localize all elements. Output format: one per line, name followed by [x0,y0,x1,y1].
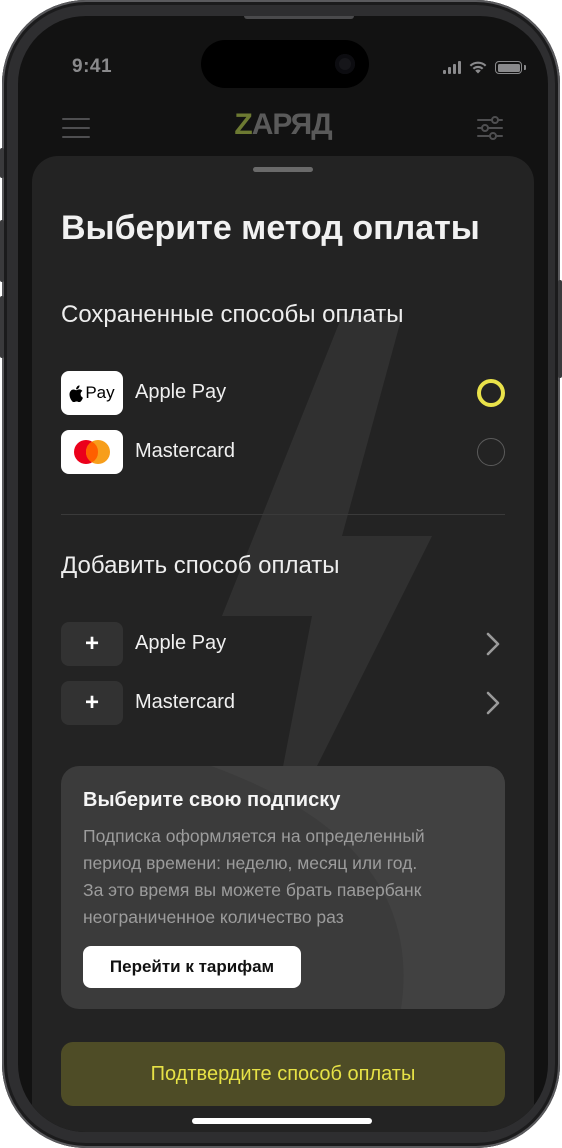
section-divider [61,514,505,515]
volume-up-button [0,220,4,282]
plus-icon: + [84,689,99,716]
status-time: 9:41 [72,56,113,77]
dynamic-island [201,40,369,88]
apple-pay-badge-text: Pay [85,383,115,402]
apple-pay-logo: Pay [61,371,123,415]
saved-method-mastercard[interactable]: Mastercard [61,430,505,474]
chevron-right-icon [486,632,500,656]
add-method-mastercard[interactable]: + Mastercard [61,681,505,725]
promo-title: Выберите свою подписку [83,789,341,811]
mastercard-circles-icon [74,440,110,464]
volume-down-button [0,296,4,358]
sheet-grabber[interactable] [253,167,313,172]
payment-bottom-sheet: Выберите метод оплаты Сохраненные способ… [32,156,534,1132]
radio-unselected[interactable] [477,438,505,466]
saved-methods-heading: Сохраненные способы оплаты [61,301,404,328]
saved-method-label: Mastercard [135,440,236,462]
battery-icon [495,61,526,74]
add-method-heading: Добавить способ оплаты [61,552,340,579]
plus-icon: + [84,630,99,657]
plus-tile: + [61,622,123,666]
logo-text: АРЯД [251,108,333,141]
plus-tile: + [61,681,123,725]
add-method-label: Apple Pay [135,632,227,654]
add-method-apple-pay[interactable]: + Apple Pay [61,622,505,666]
sheet-title: Выберите метод оплаты [61,209,480,247]
phone-frame: 9:41 ZАРЯД Выберите метод оплаты Сохране… [0,0,562,1148]
app-logo: ZАРЯД [234,108,333,142]
chevron-right-icon [486,691,500,715]
power-button [558,280,562,378]
status-bar: 9:41 [18,16,548,106]
hamburger-menu-icon[interactable] [62,118,90,138]
home-indicator[interactable] [192,1118,372,1124]
screen: 9:41 ZАРЯД Выберите метод оплаты Сохране… [18,16,548,1132]
mastercard-logo [61,430,123,474]
radio-selected[interactable] [477,379,505,407]
subscription-promo-card: Выберите свою подписку Подписка оформляе… [61,766,505,1009]
mute-switch [0,148,4,178]
add-method-label: Mastercard [135,691,236,713]
confirm-payment-method-button[interactable]: Подтвердите способ оплаты [61,1042,505,1106]
go-to-tariffs-button[interactable]: Перейти к тарифам [83,946,301,988]
wifi-icon [469,61,487,74]
logo-accent: Z [234,108,252,141]
status-icons [443,60,526,74]
cellular-signal-icon [443,61,461,74]
saved-method-label: Apple Pay [135,381,227,403]
promo-description: Подписка оформляется на определенный пер… [83,826,425,927]
apple-logo-icon [69,384,84,402]
front-camera [335,54,355,74]
saved-method-apple-pay[interactable]: Pay Apple Pay [61,371,505,415]
filter-sliders-icon[interactable] [476,116,504,140]
